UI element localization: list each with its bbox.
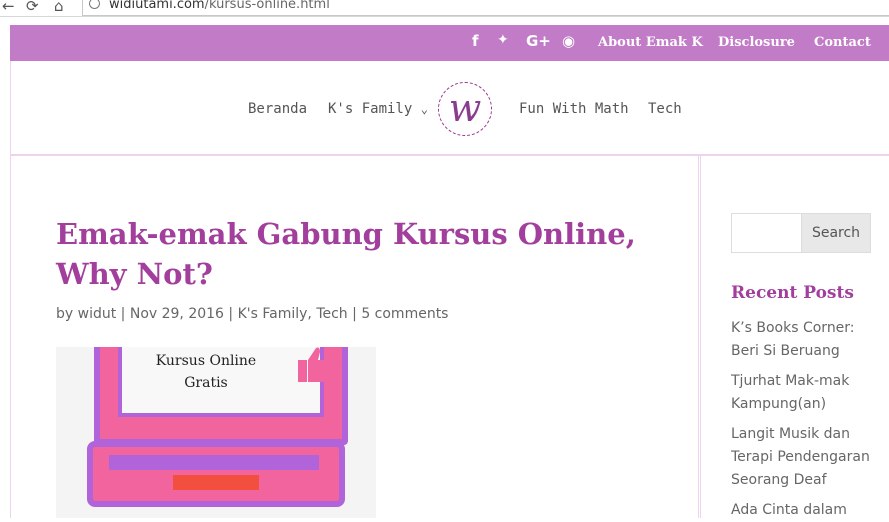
meta-category-tech[interactable]: Tech [316,306,347,322]
laptop-screen: Kursus Online Gratis [94,347,348,445]
sidebar-divider [698,156,701,518]
recent-post-line: Seorang Deaf [731,472,827,488]
site-logo[interactable]: w [438,82,492,136]
category-label: K's Family [237,306,308,322]
top-link-contact[interactable]: Contact [814,35,871,50]
menu-item-tech[interactable]: Tech [648,101,682,117]
meta-separator: | [228,306,234,322]
featured-image[interactable]: Kursus Online Gratis [56,347,376,518]
image-caption-line-2: Gratis [184,375,228,391]
meta-separator: | [120,306,126,322]
content-left-border [10,61,11,518]
recent-post-line: Kampung(an) [731,396,827,412]
menu-item-beranda[interactable]: Beranda [248,101,307,117]
back-icon[interactable]: ← [2,0,15,15]
laptop-base [87,441,345,507]
recent-posts-title: Recent Posts [731,283,854,303]
recent-post-link[interactable]: K’s Books Corner: Beri Si Beruang [731,317,881,363]
url-path: /kursus-online.html [204,0,330,12]
meta-by: by [56,306,74,322]
home-icon[interactable]: ⌂ [54,0,64,15]
laptop-trackpad [173,475,259,490]
recent-post-link[interactable]: Tjurhat Mak-mak Kampung(an) [731,370,881,416]
browser-toolbar: ← ⟳ ⌂ widiutami.com/kursus-online.html [0,0,889,17]
recent-post-line: Langit Musik dan [731,426,850,442]
google-plus-icon[interactable]: G+ [526,32,551,50]
image-caption-line-1: Kursus Online [155,353,257,369]
meta-date: Nov 29, 2016 [129,306,224,322]
meta-category-ks-family[interactable]: K's Family, [238,306,312,322]
main-header: Beranda K's Family ⌄ w Fun With Math Tec… [10,61,889,156]
search-button[interactable]: Search [801,213,871,253]
recent-post-link[interactable]: Ada Cinta dalam [731,499,881,522]
meta-comments[interactable]: 5 comments [361,306,448,322]
recent-post-line: Tjurhat Mak-mak [731,373,850,389]
top-bar: f ✦ G+ ◉ About Emak K Disclosure Contact [10,25,889,61]
menu-item-ks-family[interactable]: K's Family ⌄ [328,101,428,117]
post-meta: by widut | Nov 29, 2016 | K's Family, Te… [56,306,448,322]
top-link-about[interactable]: About Emak K [598,35,703,50]
address-bar[interactable]: widiutami.com/kursus-online.html [82,0,889,16]
recent-post-line: Ada Cinta dalam [731,502,847,518]
recent-post-line: Terapi Pendengaran [731,449,870,465]
url-domain: widiutami.com [109,0,205,12]
menu-item-fun-with-math[interactable]: Fun With Math [519,101,629,117]
url-text: widiutami.com/kursus-online.html [109,0,330,12]
rss-icon[interactable]: ◉ [562,32,575,50]
search-input[interactable] [731,213,803,253]
laptop-keyboard [109,455,319,470]
facebook-icon[interactable]: f [472,32,479,50]
chevron-down-icon: ⌄ [420,102,428,116]
post-title[interactable]: Emak-emak Gabung Kursus Online, Why Not? [56,214,666,294]
recent-post-line: Beri Si Beruang [731,343,840,359]
recent-post-line: K’s Books Corner: [731,320,855,336]
page-info-icon[interactable] [89,0,100,9]
reload-icon[interactable]: ⟳ [26,0,39,15]
twitter-icon[interactable]: ✦ [497,32,509,48]
recent-post-link[interactable]: Langit Musik dan Terapi Pendengaran Seor… [731,423,881,492]
thumbs-up-icon [298,347,338,382]
meta-comma: , [307,306,312,322]
web-page: f ✦ G+ ◉ About Emak K Disclosure Contact… [10,25,889,518]
meta-author[interactable]: widut [78,306,117,322]
laptop-screen-inner: Kursus Online Gratis [118,347,324,417]
meta-separator: | [352,306,357,322]
top-link-disclosure[interactable]: Disclosure [718,35,795,50]
menu-item-label: K's Family [328,101,413,117]
